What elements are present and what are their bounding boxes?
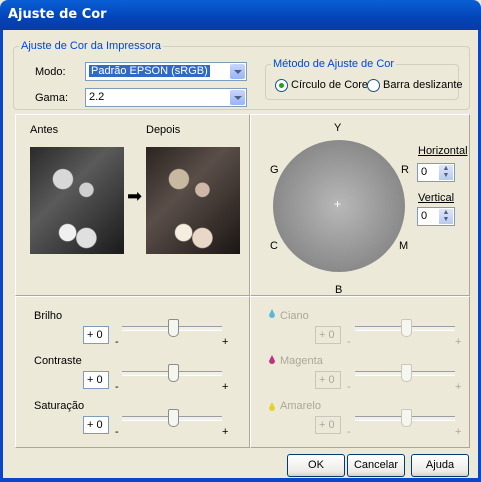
cyan-slider [355,318,455,338]
magenta-value: + 0 [315,371,341,389]
window-title: Ajuste de Cor [8,7,107,22]
saturation-slider[interactable] [122,408,222,428]
after-preview-image [146,147,240,254]
slider-thumb [400,409,412,427]
saturation-minus: - [115,426,119,438]
slider-thumb[interactable] [167,364,179,382]
mode-label: Modo: [35,66,66,78]
magenta-slider [355,363,455,383]
printer-color-legend: Ajuste de Cor da Impressora [19,40,164,52]
color-wheel[interactable] [273,140,405,272]
cancel-button[interactable]: Cancelar [347,454,405,477]
gamma-value: 2.2 [89,91,105,103]
saturation-value[interactable]: + 0 [83,416,109,434]
horizontal-spinner[interactable]: 0 ▲ ▼ [417,163,455,182]
wheel-label-c: C [270,240,278,252]
horizontal-value: 0 [421,166,428,178]
after-label: Depois [146,124,181,136]
wheel-label-r: R [401,164,409,176]
mode-select[interactable]: Padrão EPSON (sRGB) [85,62,247,81]
mode-value: Padrão EPSON (sRGB) [89,65,210,77]
cyan-plus: + [455,336,462,348]
yellow-slider [355,408,455,428]
ok-button[interactable]: OK [287,454,345,477]
help-button[interactable]: Ajuda [411,454,469,477]
slider-thumb [400,319,412,337]
contrast-slider[interactable] [122,363,222,383]
gamma-select[interactable]: 2.2 [85,88,247,107]
slider-thumb [400,364,412,382]
contrast-minus: - [115,381,119,393]
slider-bar-label[interactable]: Barra deslizante [383,79,463,91]
brightness-slider[interactable] [122,318,222,338]
yellow-plus: + [455,426,462,438]
wheel-label-m: M [399,240,409,252]
yellow-label: Amarelo [280,400,321,412]
before-preview-image [30,147,124,254]
cyan-label: Ciano [280,310,309,322]
magenta-drop-icon [269,355,275,364]
magenta-plus: + [455,381,462,393]
contrast-label: Contraste [34,355,82,367]
wheel-label-g: G [270,164,279,176]
horizontal-label: Horizontal [418,145,468,157]
wheel-label-b: B [335,284,343,296]
contrast-value[interactable]: + 0 [83,371,109,389]
slider-thumb[interactable] [167,319,179,337]
vertical-spinner[interactable]: 0 ▲ ▼ [417,207,455,226]
slider-thumb[interactable] [167,409,179,427]
brightness-plus: + [222,336,229,348]
chevron-down-icon[interactable] [230,90,245,105]
radio-slider-bar[interactable] [367,79,380,92]
method-legend: Método de Ajuste de Cor [271,58,397,70]
yellow-minus: - [347,426,351,438]
cyan-drop-icon [269,309,275,318]
spinner-arrows-icon[interactable]: ▲ ▼ [439,165,453,180]
gamma-label: Gama: [35,92,69,104]
brightness-value[interactable]: + 0 [83,326,109,344]
yellow-drop-icon [269,402,275,411]
brightness-minus: - [115,336,119,348]
chevron-down-icon[interactable] [230,64,245,79]
magenta-minus: - [347,381,351,393]
contrast-plus: + [222,381,229,393]
wheel-label-y: Y [334,122,342,134]
vertical-value: 0 [421,210,428,222]
brightness-label: Brilho [34,310,63,322]
cyan-value: + 0 [315,326,341,344]
title-bar[interactable]: Ajuste de Cor [0,0,481,30]
magenta-label: Magenta [280,355,323,367]
before-label: Antes [30,124,59,136]
color-circle-label[interactable]: Círculo de Cores [291,79,374,91]
spinner-arrows-icon[interactable]: ▲ ▼ [439,209,453,224]
saturation-plus: + [222,426,229,438]
radio-color-circle[interactable] [275,79,288,92]
cyan-minus: - [347,336,351,348]
saturation-label: Saturação [34,400,85,412]
yellow-value: + 0 [315,416,341,434]
vertical-label: Vertical [418,192,455,204]
arrow-right-icon: ➡ [127,186,143,206]
